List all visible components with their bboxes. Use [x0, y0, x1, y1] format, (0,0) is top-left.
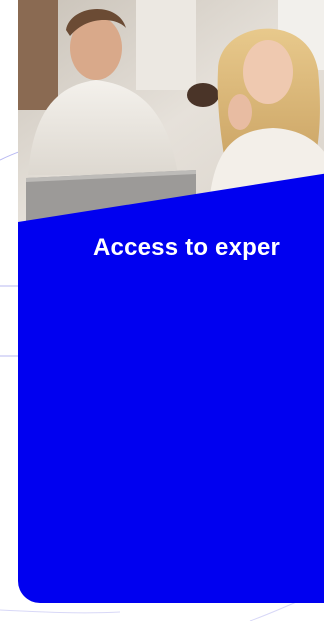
page: Access to exper — [0, 0, 324, 621]
team-photo — [18, 0, 324, 230]
card-title: Access to exper — [93, 234, 281, 261]
feature-card[interactable]: Access to exper — [18, 0, 324, 603]
